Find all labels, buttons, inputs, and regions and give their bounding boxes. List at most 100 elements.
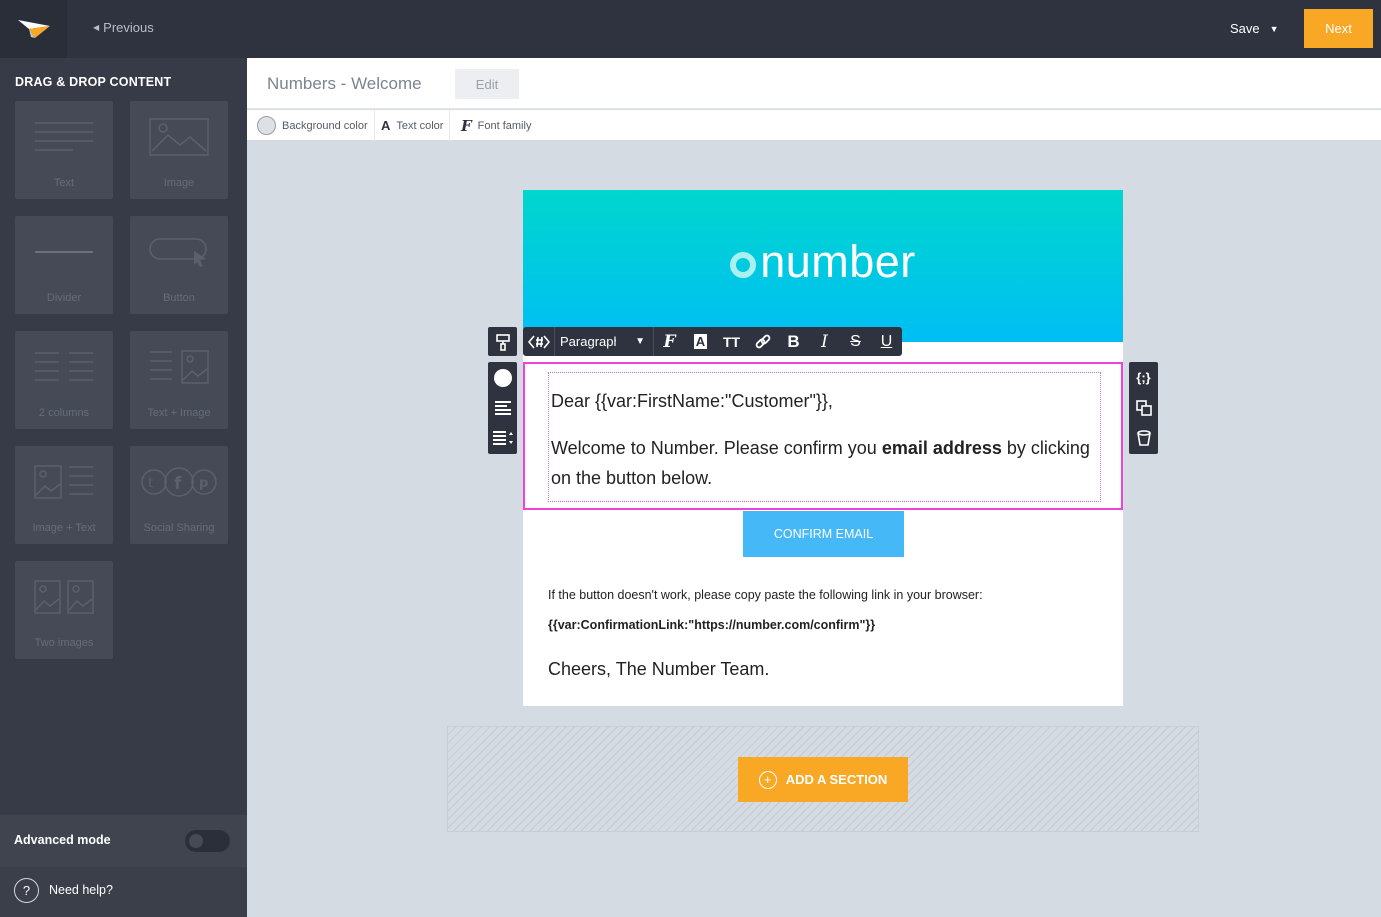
color-swatch-icon (257, 116, 276, 135)
font-family-label: Font family (477, 119, 532, 132)
text-block-icon (15, 101, 113, 173)
previous-label: Previous (103, 20, 154, 35)
social-icons: tfp (130, 446, 228, 518)
bold-icon[interactable]: B (778, 327, 809, 356)
paragraph-style-value: Paragraph (560, 334, 616, 349)
add-section-zone: + ADD A SECTION (447, 726, 1199, 832)
fallback-note: If the button doesn't work, please copy … (548, 588, 983, 602)
paper-plane-icon (17, 20, 50, 38)
help-link[interactable]: Need help? (49, 883, 113, 897)
format-bar: Background color A Text color F Font fam… (247, 110, 1381, 141)
help-row[interactable]: ? Need help? (0, 867, 247, 917)
block-social-sharing[interactable]: t f p Social Sharing (130, 446, 228, 544)
tile-label: Image (163, 177, 195, 189)
caret-down-icon: ▼ (1269, 23, 1279, 34)
caret-down-icon: ▼ (635, 336, 645, 347)
background-color-button[interactable]: Background color (257, 110, 375, 141)
rich-text-toolbar: Paragraph ▼ F A TT B I S U (523, 327, 902, 356)
signoff-text: Cheers, The Number Team. (548, 659, 770, 679)
brand-wordmark: number (760, 236, 916, 287)
save-label: Save (1230, 21, 1260, 36)
advanced-mode-label: Advanced mode (14, 833, 111, 847)
top-bar: ◀ Previous Save ▼ Next (0, 0, 1381, 58)
block-text[interactable]: Text (15, 101, 113, 199)
question-icon: ? (14, 878, 39, 903)
confirm-email-button[interactable]: CONFIRM EMAIL (743, 511, 904, 557)
text-color-icon: A (381, 118, 391, 133)
underline-icon[interactable]: U (871, 327, 902, 356)
align-left-icon[interactable] (494, 393, 511, 423)
email-canvas: number Dear {{var:FirstName:"Customer"}}… (523, 190, 1123, 706)
text-color-button[interactable]: A Text color (381, 110, 451, 141)
two-columns-icon (15, 331, 113, 403)
editor-header: Numbers - Welcome Edit (247, 58, 1381, 109)
block-image[interactable]: Image (130, 101, 228, 199)
advanced-mode-row: Advanced mode (0, 815, 247, 867)
confirmation-link: {{var:ConfirmationLink:"https://number.c… (548, 618, 876, 632)
body-text-bold: email address (881, 438, 1002, 458)
trash-icon[interactable] (1129, 423, 1158, 453)
tile-label: Text (53, 177, 75, 189)
font-size-icon[interactable]: TT (716, 327, 747, 356)
svg-text:t: t (148, 476, 153, 491)
italic-icon[interactable]: I (809, 327, 840, 356)
app-logo[interactable] (0, 0, 67, 58)
plus-circle-icon: + (758, 770, 777, 789)
greeting-text: Dear {{var:FirstName:"Customer"}}, (551, 391, 833, 411)
tile-label: Social Sharing (143, 522, 215, 534)
tile-label: Button (163, 292, 195, 304)
font-family-icon: F (461, 116, 472, 135)
drag-handle-icon[interactable] (523, 327, 554, 356)
tile-label: Image + Text (32, 522, 96, 534)
text-color-icon[interactable]: A (685, 327, 716, 356)
block-two-images[interactable]: Two images (15, 561, 113, 659)
image-text-icon (15, 446, 113, 518)
selected-text-block[interactable]: Dear {{var:FirstName:"Customer"}}, Welco… (523, 362, 1123, 510)
tile-label: Divider (46, 292, 82, 304)
divider-icon (15, 216, 113, 288)
hero-banner[interactable]: number (523, 190, 1123, 342)
brand-logo: number (523, 236, 1123, 288)
block-button[interactable]: Button (130, 216, 228, 314)
advanced-mode-toggle[interactable] (185, 830, 230, 852)
link-icon[interactable] (747, 327, 778, 356)
paragraph-style-select[interactable]: Paragraph ▼ (554, 327, 654, 356)
text-image-icon (130, 331, 228, 403)
block-text-image[interactable]: Text + Image (130, 331, 228, 429)
logo-ring-icon (730, 252, 757, 278)
previous-button[interactable]: ◀ Previous (93, 20, 154, 35)
button-cursor-icon (130, 216, 228, 288)
block-background-icon[interactable] (493, 363, 512, 393)
two-images-icon (15, 561, 113, 633)
strikethrough-icon[interactable]: S (840, 327, 871, 356)
caret-left-icon: ◀ (93, 23, 100, 32)
add-section-button[interactable]: + ADD A SECTION (738, 757, 908, 802)
line-height-icon[interactable] (492, 423, 513, 453)
duplicate-icon[interactable] (1129, 393, 1158, 423)
tile-label: Two images (34, 637, 94, 649)
block-tools-right: {;} (1129, 362, 1158, 454)
add-section-label: ADD A SECTION (785, 772, 888, 787)
block-settings-group (488, 362, 517, 454)
text-color-label: Text color (396, 119, 444, 132)
text-editor-area[interactable]: Dear {{var:FirstName:"Customer"}}, Welco… (548, 372, 1101, 502)
block-divider[interactable]: Divider (15, 216, 113, 314)
tile-label: 2 columns (38, 407, 90, 419)
page-title: Numbers - Welcome (267, 74, 422, 93)
block-two-columns[interactable]: 2 columns (15, 331, 113, 429)
body-text: Welcome to Number. Please confirm you em… (551, 433, 1099, 493)
next-button[interactable]: Next (1304, 9, 1373, 48)
block-image-text[interactable]: Image + Text (15, 446, 113, 544)
background-color-label: Background color (282, 119, 368, 132)
save-dropdown[interactable]: Save ▼ (1230, 21, 1279, 36)
font-family-icon[interactable]: F (654, 327, 685, 356)
edit-title-button[interactable]: Edit (455, 69, 519, 99)
font-family-button[interactable]: F Font family (461, 110, 537, 141)
svg-text:p: p (199, 476, 208, 491)
block-tools-left (488, 327, 517, 454)
image-icon (130, 101, 228, 173)
tile-label: Text + Image (147, 407, 211, 419)
format-painter-icon[interactable] (488, 327, 517, 356)
sidebar: DRAG & DROP CONTENT Text Image Divider B… (0, 58, 247, 917)
merge-tag-icon[interactable]: {;} (1129, 362, 1158, 392)
